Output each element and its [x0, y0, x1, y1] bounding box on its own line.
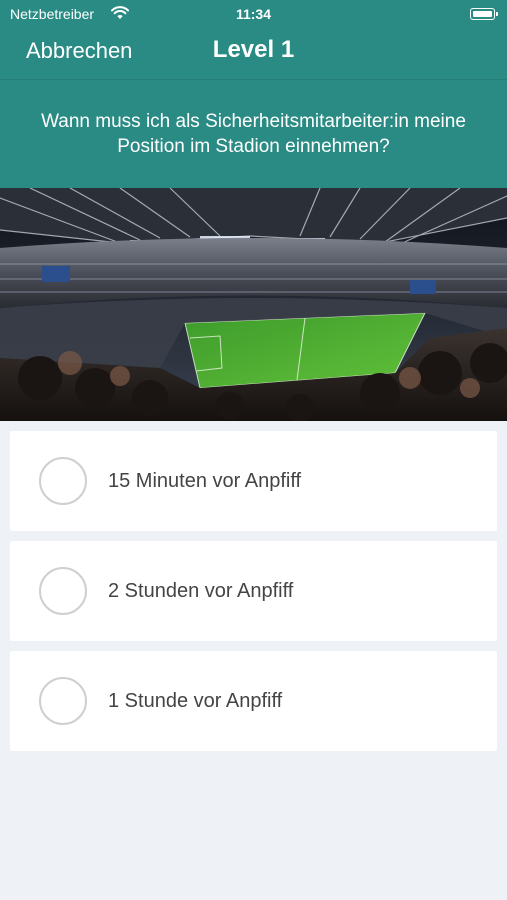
answer-option-1[interactable]: 15 Minuten vor Anpfiff: [10, 431, 497, 531]
header-area: Netzbetreiber 11:34 Abbrechen Level 1 Wa…: [0, 0, 507, 188]
answer-label: 1 Stunde vor Anpfiff: [108, 689, 283, 712]
radio-button[interactable]: [39, 677, 87, 725]
answer-option-2[interactable]: 2 Stunden vor Anpfiff: [10, 541, 497, 641]
page-title: Level 1: [212, 36, 295, 63]
quiz-screen: Netzbetreiber 11:34 Abbrechen Level 1 Wa…: [0, 0, 507, 900]
answer-label: 2 Stunden vor Anpfiff: [108, 579, 294, 602]
battery-icon: [470, 8, 498, 20]
nav-bar: Abbrechen Level 1: [0, 28, 507, 80]
question-text: Wann muss ich als Sicherheitsmitarbeiter…: [41, 111, 466, 157]
answer-option-3[interactable]: 1 Stunde vor Anpfiff: [10, 651, 497, 751]
status-time: 11:34: [235, 6, 272, 22]
radio-button[interactable]: [39, 457, 87, 505]
answer-label: 15 Minuten vor Anpfiff: [108, 469, 302, 492]
radio-button[interactable]: [39, 567, 87, 615]
question-box: Wann muss ich als Sicherheitsmitarbeiter…: [0, 80, 507, 188]
status-bar: Netzbetreiber 11:34: [0, 0, 507, 28]
answer-list: 15 Minuten vor Anpfiff 2 Stunden vor Anp…: [0, 421, 507, 751]
stadium-image: [0, 188, 507, 421]
